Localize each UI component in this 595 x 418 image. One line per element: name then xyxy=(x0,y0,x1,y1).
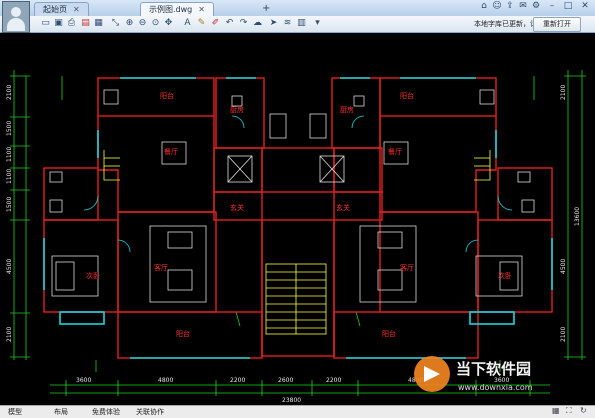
close-icon[interactable]: ✕ xyxy=(73,5,80,14)
dim-label: 4500 xyxy=(6,259,13,274)
pencil-icon[interactable]: ✎ xyxy=(196,18,207,29)
share-icon[interactable]: ⇪ xyxy=(504,1,516,11)
windows xyxy=(43,77,553,359)
avatar[interactable] xyxy=(2,1,30,33)
dim-total-label: 23800 xyxy=(282,397,301,404)
close-icon[interactable]: ✕ xyxy=(198,5,205,14)
text-icon[interactable]: A xyxy=(182,18,193,29)
tab-model[interactable]: 模型 xyxy=(8,407,22,417)
drawing-canvas[interactable]: 阳台 阳台 厨房 厨房 餐厅 餐厅 玄关 玄关 客厅 客厅 次卧 次卧 阳台 阳… xyxy=(0,33,595,405)
zoom-all-icon[interactable]: ⊙ xyxy=(150,18,161,29)
rotate-icon[interactable]: ↻ xyxy=(580,406,587,415)
watermark: 当下软件园 www.downxia.com xyxy=(414,356,533,392)
room-label-kitchen: 厨房 xyxy=(230,105,244,114)
arrow-icon[interactable]: ➤ xyxy=(268,18,279,29)
room-label-balcony: 阳台 xyxy=(400,91,414,100)
dim-label: 4800 xyxy=(158,377,173,384)
layers-icon[interactable]: ≋ xyxy=(282,18,293,29)
pdf-icon[interactable]: ▤ xyxy=(80,18,91,29)
highlighter-icon[interactable]: ✐ xyxy=(210,18,221,29)
login-icon[interactable]: ☺ xyxy=(491,1,503,11)
room-label-hall: 玄关 xyxy=(230,203,244,212)
room-label-balcony: 阳台 xyxy=(382,329,396,338)
dimension-lines xyxy=(10,70,586,396)
dim-label: 2200 xyxy=(230,377,245,384)
reopen-button[interactable]: 重新打开 xyxy=(533,17,581,32)
dim-label: 1500 xyxy=(6,121,13,136)
fullscreen-icon[interactable]: ⛶ xyxy=(566,406,572,416)
room-label-balcony: 阳台 xyxy=(176,329,190,338)
maximize-icon[interactable]: □ xyxy=(562,1,574,11)
tab-drawing-file[interactable]: 示例图.dwg ✕ xyxy=(140,2,214,16)
room-label-kitchen: 厨房 xyxy=(340,105,354,114)
home-icon[interactable]: ⌂ xyxy=(478,1,490,11)
room-label-bedroom: 次卧 xyxy=(86,271,100,280)
folder-open-icon[interactable]: ▭ xyxy=(40,18,51,29)
tools-icon[interactable]: ▾ xyxy=(312,18,323,29)
zoom-out-icon[interactable]: ⊖ xyxy=(137,18,148,29)
image-export-icon[interactable]: ▦ xyxy=(93,18,104,29)
new-tab-icon[interactable]: + xyxy=(262,3,270,14)
close-window-icon[interactable]: ✕ xyxy=(579,1,591,11)
tab-layout[interactable]: 布局 xyxy=(54,407,68,417)
room-label-living: 客厅 xyxy=(400,263,414,272)
font-update-notice: 本地字库已更新，请 xyxy=(474,20,537,28)
undo-icon[interactable]: ↶ xyxy=(224,18,235,29)
dim-label: 2100 xyxy=(6,327,13,342)
furniture xyxy=(49,89,535,303)
room-label-living: 客厅 xyxy=(154,263,168,272)
title-bar: 起始页 ✕ 示例图.dwg ✕ + ⌂ ☺ ⇪ ✉ ⚙ – □ ✕ xyxy=(0,0,595,17)
minimize-icon[interactable]: – xyxy=(546,1,558,11)
grid-icon[interactable]: ▦ xyxy=(552,406,560,415)
room-label-balcony: 阳台 xyxy=(160,91,174,100)
room-label-dining: 餐厅 xyxy=(388,147,402,156)
settings-icon[interactable]: ⚙ xyxy=(530,1,542,11)
dim-label: 2100 xyxy=(6,85,13,100)
tab-start-page[interactable]: 起始页 ✕ xyxy=(34,2,89,16)
dim-label: 1500 xyxy=(6,197,13,212)
doors xyxy=(83,115,513,253)
room-label-bedroom: 次卧 xyxy=(498,271,512,280)
walls xyxy=(43,77,553,359)
dim-label: 3600 xyxy=(76,377,91,384)
dim-total-label: 13600 xyxy=(574,207,581,226)
watermark-brand: 当下软件园 xyxy=(456,360,531,378)
dim-label: 2100 xyxy=(560,85,567,100)
elevators xyxy=(227,155,345,183)
print-icon[interactable]: ⎙ xyxy=(66,18,77,29)
dim-label: 1100 xyxy=(6,169,13,184)
message-icon[interactable]: ✉ xyxy=(517,1,529,11)
dim-label: 2600 xyxy=(278,377,293,384)
cloud-markup-icon[interactable]: ☁ xyxy=(252,18,263,29)
free-trial-link[interactable]: 免费体验 xyxy=(92,407,120,417)
tab-label: 示例图.dwg xyxy=(149,5,193,14)
watermark-url: www.downxia.com xyxy=(458,383,533,392)
room-label-hall: 玄关 xyxy=(336,203,350,212)
dim-label: 2200 xyxy=(326,377,341,384)
room-label-dining: 餐厅 xyxy=(164,147,178,156)
save-icon[interactable]: ▣ xyxy=(53,18,64,29)
layout-icon[interactable]: ▥ xyxy=(296,18,307,29)
dim-label: 4500 xyxy=(560,259,567,274)
redo-icon[interactable]: ↷ xyxy=(238,18,249,29)
pan-icon[interactable]: ✥ xyxy=(163,18,174,29)
dim-label: 1100 xyxy=(6,147,13,162)
zoom-window-icon[interactable]: ⊕ xyxy=(124,18,135,29)
status-bar: 模型 布局 免费体验 关联协作 ▦ ⛶ ↻ xyxy=(0,405,595,418)
collaboration-link[interactable]: 关联协作 xyxy=(136,407,164,417)
measure-icon[interactable]: ⤡ xyxy=(110,18,121,29)
stairs xyxy=(103,150,491,335)
tab-label: 起始页 xyxy=(43,5,67,14)
dim-label: 2100 xyxy=(560,327,567,342)
